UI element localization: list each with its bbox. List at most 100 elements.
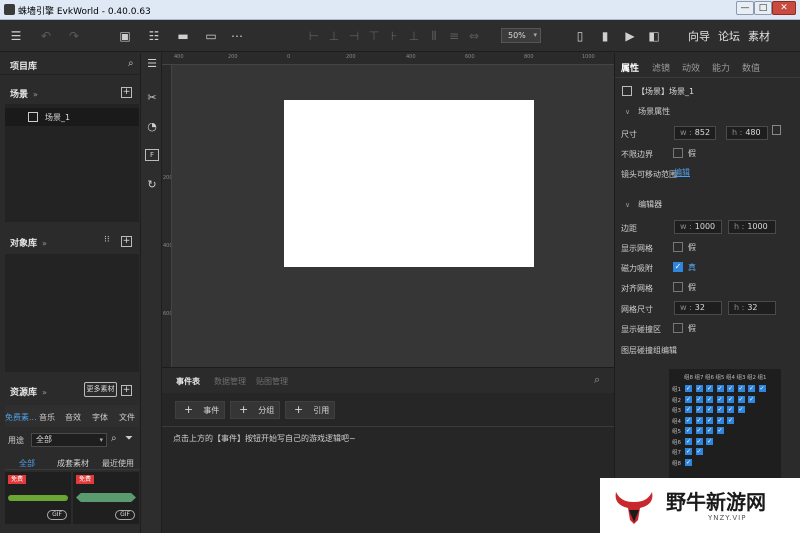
minimize-button[interactable]: — [736,1,754,15]
maximize-button[interactable]: □ [754,1,772,15]
matrix-checkbox[interactable]: ✓ [685,416,692,424]
align-center-icon[interactable]: ⊥ [326,28,342,44]
filter-recent[interactable]: 最近使用 [102,458,134,469]
search-icon[interactable]: ⌕ [128,58,134,69]
tab-texture-management[interactable]: 贴图管理 [256,376,288,387]
matrix-checkbox[interactable]: ✓ [716,427,724,434]
layout-icon[interactable]: ◧ [646,28,662,44]
matrix-checkbox[interactable]: ✓ [685,395,692,403]
list-item[interactable]: 场景_1 [5,108,139,126]
more-assets-button[interactable]: 更多素材 [84,382,117,397]
align-grid-checkbox[interactable] [673,282,683,292]
align-left-icon[interactable]: ⊢ [306,28,322,44]
distribute-h-icon[interactable]: ⫴ [426,28,442,44]
matrix-checkbox[interactable]: ✓ [685,406,692,413]
matrix-checkbox[interactable]: ✓ [695,448,703,455]
editor-section-heading[interactable]: ∨ 编辑器 [625,199,662,210]
unbounded-checkbox[interactable] [673,148,683,158]
matrix-checkbox[interactable]: ✓ [706,385,713,392]
margin-width-input[interactable]: w :1000 [674,220,722,234]
search-icon[interactable]: ⌕ [111,433,117,444]
asset-card[interactable]: 免费 GIF [5,472,71,524]
tab-properties[interactable]: 属性 [621,61,639,74]
tab-data-management[interactable]: 数据管理 [214,376,246,387]
tab-sound[interactable]: 音效 [65,412,81,423]
chevrons-right-icon[interactable]: » [33,90,38,99]
show-grid-checkbox[interactable] [673,242,683,252]
matrix-checkbox[interactable]: ✓ [706,427,713,434]
align-bottom-icon[interactable]: ⊥ [406,28,422,44]
distribute-v-icon[interactable]: ≡ [446,28,462,44]
tab-event-table[interactable]: 事件表 [176,376,200,387]
matrix-checkbox[interactable]: ✓ [727,416,734,424]
phone-small-icon[interactable]: ▮ [597,28,613,44]
zoom-select[interactable]: 50% ▾ [501,28,541,43]
size-height-input[interactable]: h :480 [726,126,768,140]
matrix-checkbox[interactable]: ✓ [685,427,692,434]
matrix-checkbox[interactable]: ✓ [727,385,734,392]
matrix-checkbox[interactable]: ✓ [716,406,724,413]
matrix-checkbox[interactable]: ✓ [716,385,724,392]
camera-range-edit-link[interactable]: 编辑 [674,167,690,178]
flip-icon[interactable]: ⇔ [466,28,482,44]
align-middle-icon[interactable]: ⊦ [386,28,402,44]
matrix-checkbox[interactable]: ✓ [695,395,703,403]
matrix-checkbox[interactable]: ✓ [706,406,713,413]
add-group-button[interactable]: + 分组 [230,401,280,419]
snap-checkbox[interactable]: ✓ [673,262,683,272]
matrix-checkbox[interactable]: ✓ [716,395,724,403]
tab-abilities[interactable]: 能力 [712,61,730,74]
tab-effects[interactable]: 动效 [682,61,700,74]
matrix-checkbox[interactable]: ✓ [685,458,692,466]
matrix-checkbox[interactable]: ✓ [727,406,734,413]
tab-filters[interactable]: 滤镜 [652,61,670,74]
tab-font[interactable]: 字体 [92,412,108,423]
add-scene-button[interactable]: + [121,87,132,98]
align-right-icon[interactable]: ⊣ [346,28,362,44]
matrix-checkbox[interactable]: ✓ [737,406,745,413]
guide-link[interactable]: 向导 [688,28,710,44]
matrix-checkbox[interactable]: ✓ [758,385,766,392]
add-reference-button[interactable]: + 引用 [285,401,335,419]
tab-values[interactable]: 数值 [742,61,760,74]
scene-canvas[interactable] [172,65,614,367]
matrix-checkbox[interactable]: ✓ [695,406,703,413]
matrix-checkbox[interactable]: ✓ [748,395,755,403]
grid-height-input[interactable]: h :32 [728,301,776,315]
grid-view-icon[interactable]: ⁝⁝ [104,235,110,245]
matrix-checkbox[interactable]: ✓ [706,416,713,424]
show-collision-checkbox[interactable] [673,323,683,333]
add-event-button[interactable]: + 事件 [175,401,225,419]
text-tool-icon[interactable]: ☷ [146,28,162,44]
filter-all[interactable]: 全部 [19,458,35,469]
undo-icon[interactable]: ↶ [38,28,54,44]
add-object-button[interactable]: + [121,236,132,247]
lock-ratio-icon[interactable] [772,125,781,135]
margin-height-input[interactable]: h :1000 [728,220,776,234]
close-button[interactable]: ✕ [772,1,796,15]
filter-icon[interactable]: ⏷ [125,433,133,444]
matrix-checkbox[interactable]: ✓ [685,385,692,392]
matrix-checkbox[interactable]: ✓ [737,385,745,392]
forum-link[interactable]: 论坛 [718,28,740,44]
matrix-checkbox[interactable]: ✓ [706,395,713,403]
scissors-icon[interactable]: ✂ [145,91,159,105]
use-select[interactable]: 全部 ▾ [31,433,107,447]
matrix-checkbox[interactable]: ✓ [695,385,703,392]
matrix-checkbox[interactable]: ✓ [716,416,724,424]
scene-section-heading[interactable]: ∨ 场景属性 [625,106,670,117]
search-icon[interactable]: ⌕ [594,373,600,387]
refresh-icon[interactable]: ↻ [145,178,159,192]
assets-link[interactable]: 素材 [748,28,770,44]
more-icon[interactable]: ⋯ [229,28,245,44]
filter-sets[interactable]: 成套素材 [57,458,89,469]
matrix-checkbox[interactable]: ✓ [748,385,755,392]
matrix-checkbox[interactable]: ✓ [695,416,703,424]
matrix-checkbox[interactable]: ✓ [727,395,734,403]
image-icon[interactable]: ▣ [117,28,133,44]
matrix-checkbox[interactable]: ✓ [737,395,745,403]
asset-card[interactable]: 免费 GIF [73,472,139,524]
play-icon[interactable]: ▶ [622,28,638,44]
chevrons-right-icon[interactable]: » [42,388,47,397]
matrix-checkbox[interactable]: ✓ [685,437,692,445]
